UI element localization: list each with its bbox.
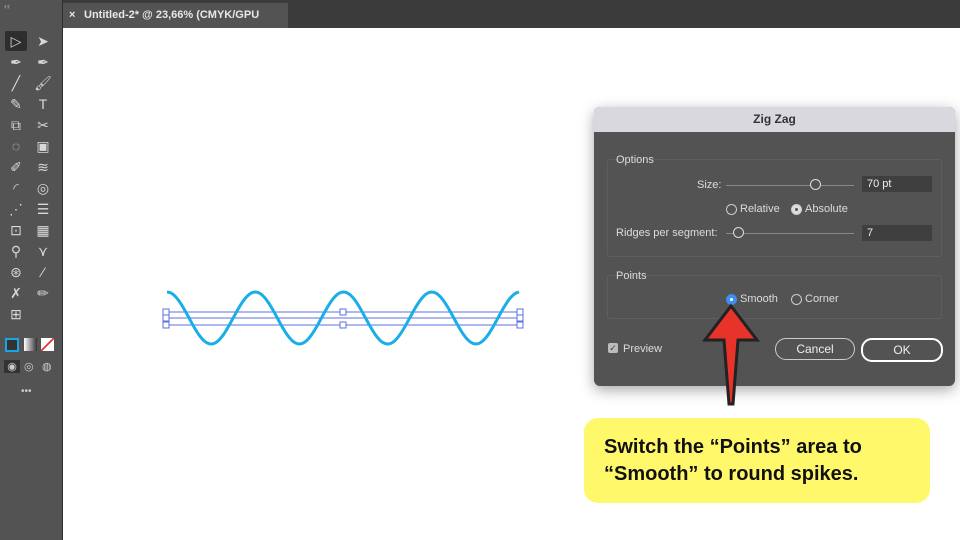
more-tools-icon[interactable]: •••	[21, 386, 32, 397]
pencil-tool-icon[interactable]: ✏	[32, 283, 54, 303]
ok-button[interactable]: OK	[861, 338, 943, 362]
tools-panel: ‹‹ ▷ ➤ ✒ ✒ ╱ 🖌 ✎ T ⧉ ✂ ◌ ▣ ✐ ≋ ◜ ◎ ⋰ ☰ ⊡ ▦ ⚲ ⋎ ⊛ ⁄ ✗ ✏ ⊞ ◉ ◎ ◍ •••	[0, 0, 63, 540]
selection-handle[interactable]	[162, 321, 170, 329]
draw-behind-icon[interactable]: ◎	[24, 360, 34, 373]
curvature-tool-icon[interactable]: ✒	[32, 52, 54, 72]
pen-tool-icon[interactable]: ✒	[5, 52, 27, 72]
scale-tool-icon[interactable]: ⧉	[5, 115, 27, 135]
zoom-tool-icon[interactable]: ⚲	[5, 241, 27, 261]
selection-handle[interactable]	[162, 308, 170, 316]
selection-handle[interactable]	[339, 308, 347, 316]
symbol-sprayer-tool-icon[interactable]: ⊛	[5, 262, 27, 282]
draw-normal-icon[interactable]: ◉	[4, 360, 20, 373]
preview-label[interactable]: Preview	[623, 343, 662, 355]
shaper-tool-icon[interactable]: ✎	[5, 94, 27, 114]
absolute-label[interactable]: Absolute	[805, 203, 848, 215]
ridges-slider-knob[interactable]	[733, 227, 744, 238]
paintbrush-tool-icon[interactable]: 🖌	[32, 73, 54, 93]
eyedropper-tool-icon[interactable]: ✐	[5, 157, 27, 177]
shape-builder-tool-icon[interactable]: ◎	[32, 178, 54, 198]
type-tool-icon[interactable]: T	[32, 94, 54, 114]
preview-checkbox[interactable]: ✓	[608, 343, 618, 353]
size-input[interactable]: 70 pt	[862, 176, 932, 192]
selection-handle[interactable]	[339, 321, 347, 329]
relative-radio[interactable]	[726, 204, 737, 215]
selection-tool-icon[interactable]: ▷	[5, 31, 27, 51]
ridges-input[interactable]: 7	[862, 225, 932, 241]
smooth-radio[interactable]	[726, 294, 737, 305]
puppet-warp-tool-icon[interactable]: ≋	[32, 157, 54, 177]
arc-tool-icon[interactable]: ◜	[5, 178, 27, 198]
callout-line-1: Switch the “Points” area to	[604, 436, 862, 458]
selection-handle[interactable]	[162, 314, 170, 322]
graph-tool-icon[interactable]: ⋰	[5, 199, 27, 219]
close-tab-icon[interactable]: ×	[69, 3, 75, 28]
smooth-label[interactable]: Smooth	[740, 293, 778, 305]
draw-inside-icon[interactable]: ◍	[42, 360, 52, 373]
blob-brush-tool-icon[interactable]: ⁄	[32, 262, 54, 282]
ridges-slider[interactable]	[726, 233, 854, 234]
cancel-button[interactable]: Cancel	[775, 338, 855, 360]
absolute-radio[interactable]	[791, 204, 802, 215]
document-tab[interactable]: × Untitled-2* @ 23,66% (CMYK/GPU Preview…	[62, 3, 288, 46]
document-tab-bar: × Untitled-2* @ 23,66% (CMYK/GPU Preview…	[0, 0, 960, 46]
ridges-label: Ridges per segment:	[616, 227, 718, 239]
collapse-panel-icon[interactable]: ‹‹	[4, 1, 10, 11]
gradient-tool-icon[interactable]: ▣	[32, 136, 54, 156]
line-tool-icon[interactable]: ╱	[5, 73, 27, 93]
instruction-callout: Switch the “Points” area to “Smooth” to …	[584, 418, 930, 503]
bar-graph-tool-icon[interactable]: ☰	[32, 199, 54, 219]
size-slider[interactable]	[726, 185, 854, 186]
artboard-tool-icon[interactable]: ⊡	[5, 220, 27, 240]
selection-handle[interactable]	[516, 314, 524, 322]
points-label: Points	[616, 270, 647, 282]
corner-label[interactable]: Corner	[805, 293, 839, 305]
relative-label[interactable]: Relative	[740, 203, 780, 215]
selection-handle[interactable]	[516, 308, 524, 316]
scissors-tool-icon[interactable]: ✂	[32, 115, 54, 135]
selection-handle[interactable]	[516, 321, 524, 329]
size-label: Size:	[697, 179, 722, 191]
size-slider-knob[interactable]	[810, 179, 821, 190]
callout-line-2: “Smooth” to round spikes.	[604, 463, 859, 485]
corner-radio[interactable]	[791, 294, 802, 305]
lasso-tool-icon[interactable]: ◌	[5, 136, 27, 156]
knife-tool-icon[interactable]: ✗	[5, 283, 27, 303]
stroke-swatch-icon[interactable]	[5, 338, 19, 352]
options-label: Options	[616, 154, 654, 166]
zig-zag-dialog: Zig Zag Options Size: 70 pt Relative Abs…	[594, 107, 955, 386]
perspective-grid-tool-icon[interactable]: ▦	[32, 220, 54, 240]
none-swatch-icon[interactable]	[41, 338, 54, 351]
dialog-title: Zig Zag	[594, 107, 955, 132]
width-tool-icon[interactable]: ⋎	[32, 241, 54, 261]
direct-selection-tool-icon[interactable]: ➤	[32, 31, 54, 51]
gradient-swatch-icon[interactable]	[24, 338, 37, 351]
mesh-tool-icon[interactable]: ⊞	[5, 304, 27, 324]
